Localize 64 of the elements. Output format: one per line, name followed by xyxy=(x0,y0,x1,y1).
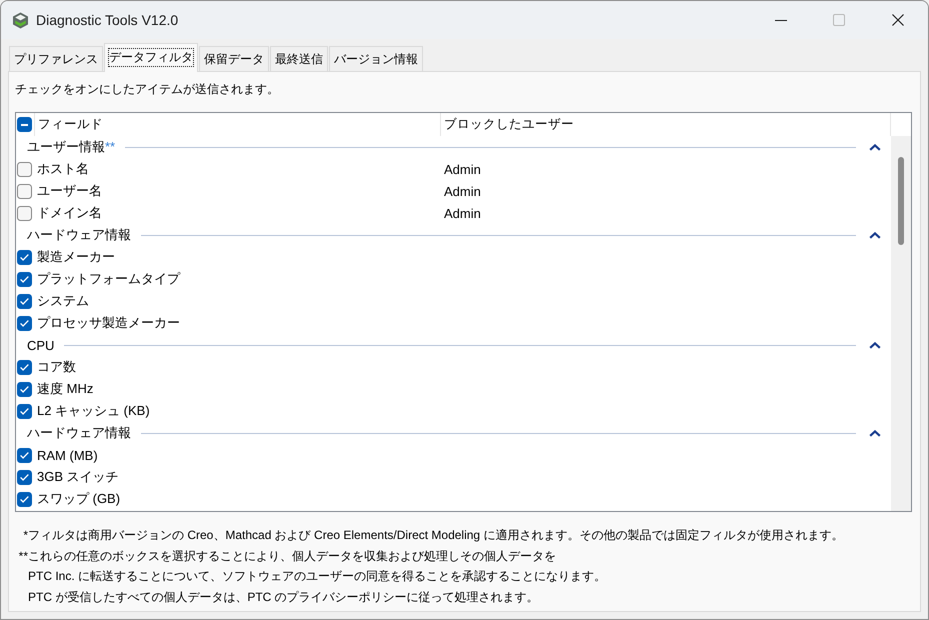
scrollbar-track[interactable] xyxy=(891,136,911,511)
field-label: ユーザー名 xyxy=(37,182,102,200)
checkbox[interactable] xyxy=(17,316,32,330)
field-label: 速度 MHz xyxy=(37,380,94,398)
field-label: 製造メーカー xyxy=(37,248,115,266)
checkmark-icon xyxy=(20,276,29,282)
field-label: ホスト名 xyxy=(37,160,89,178)
tab[interactable]: 最終送信 xyxy=(270,46,328,71)
checkbox[interactable] xyxy=(17,404,32,418)
checkmark-icon xyxy=(20,408,29,414)
field-label: RAM (MB) xyxy=(37,448,98,462)
collapse-chevron-icon[interactable] xyxy=(869,342,881,348)
blocked-user-text: Admin xyxy=(443,206,481,220)
description-text: チェックをオンにしたアイテムが送信されます。 xyxy=(15,81,280,98)
dash-icon xyxy=(21,124,28,126)
checkbox[interactable] xyxy=(17,184,32,198)
checkbox[interactable] xyxy=(17,360,32,374)
checkmark-icon xyxy=(20,452,29,458)
tab[interactable]: プリファレンス xyxy=(9,46,103,71)
tab[interactable]: データフィルタ xyxy=(104,43,198,72)
checkbox[interactable] xyxy=(17,250,32,264)
field-label: スワップ (GB) xyxy=(37,490,120,508)
checkbox[interactable] xyxy=(17,206,32,220)
checkbox[interactable] xyxy=(17,294,32,308)
collapse-chevron-icon[interactable] xyxy=(869,144,881,150)
collapse-chevron-icon[interactable] xyxy=(869,232,881,238)
checkmark-icon xyxy=(20,298,29,304)
field-label: システム xyxy=(37,292,89,310)
tab[interactable]: バージョン情報 xyxy=(329,46,423,71)
checkbox[interactable] xyxy=(17,492,32,506)
field-label: L2 キャッシュ (KB) xyxy=(37,402,150,420)
column-header[interactable]: ブロックしたユーザー xyxy=(441,113,891,136)
checkmark-icon xyxy=(20,254,29,260)
checkbox[interactable] xyxy=(17,448,32,462)
group-title: ハードウェア情報 xyxy=(27,226,131,244)
group-title: ユーザー情報** xyxy=(27,138,116,156)
field-label: プロセッサ製造メーカー xyxy=(37,314,180,332)
checkbox[interactable] xyxy=(17,470,32,484)
checkbox[interactable] xyxy=(17,382,32,396)
blocked-user-text: Admin xyxy=(443,162,481,176)
checkmark-icon xyxy=(20,320,29,326)
field-label: 3GB スイッチ xyxy=(37,468,119,486)
checkmark-icon xyxy=(20,474,29,480)
checkbox[interactable] xyxy=(17,162,32,176)
checkbox[interactable] xyxy=(17,272,32,286)
field-label: コア数 xyxy=(37,358,76,376)
window-title: Diagnostic Tools V12.0 xyxy=(36,12,180,28)
checkbox[interactable] xyxy=(17,117,32,132)
checkmark-icon xyxy=(20,364,29,370)
close-icon xyxy=(892,14,904,26)
group-title: CPU xyxy=(27,338,54,352)
field-label: ドメイン名 xyxy=(37,204,102,222)
footnote-text: *フィルタは商用バージョンの Creo、Mathcad および Creo Elements/Direct Modeling に適用されます。その他の製品では固定フィルタが使用されます。 xyxy=(22,527,844,544)
checkmark-icon xyxy=(20,386,29,392)
blocked-user-text: Admin xyxy=(443,184,481,198)
scrollbar-thumb[interactable] xyxy=(898,157,904,245)
footnote-text: **これらの任意のボックスを選択することにより、個人データを収集および処理しその個人データを PTC Inc. に転送することについて、ソフトウェアのユーザーの同意を得ることを承認することになります。 PTC が受信したすべての個人データは、PTC のプライバシーポリシーに従って処理されます。 xyxy=(18,548,608,606)
app-logo-icon xyxy=(12,12,29,28)
column-header[interactable]: フィールド xyxy=(35,113,441,136)
checkmark-icon xyxy=(20,496,29,502)
tab[interactable]: 保留データ xyxy=(199,46,269,71)
group-title: ハードウェア情報 xyxy=(27,424,131,442)
collapse-chevron-icon[interactable] xyxy=(869,430,881,436)
field-label: プラットフォームタイプ xyxy=(37,270,180,288)
